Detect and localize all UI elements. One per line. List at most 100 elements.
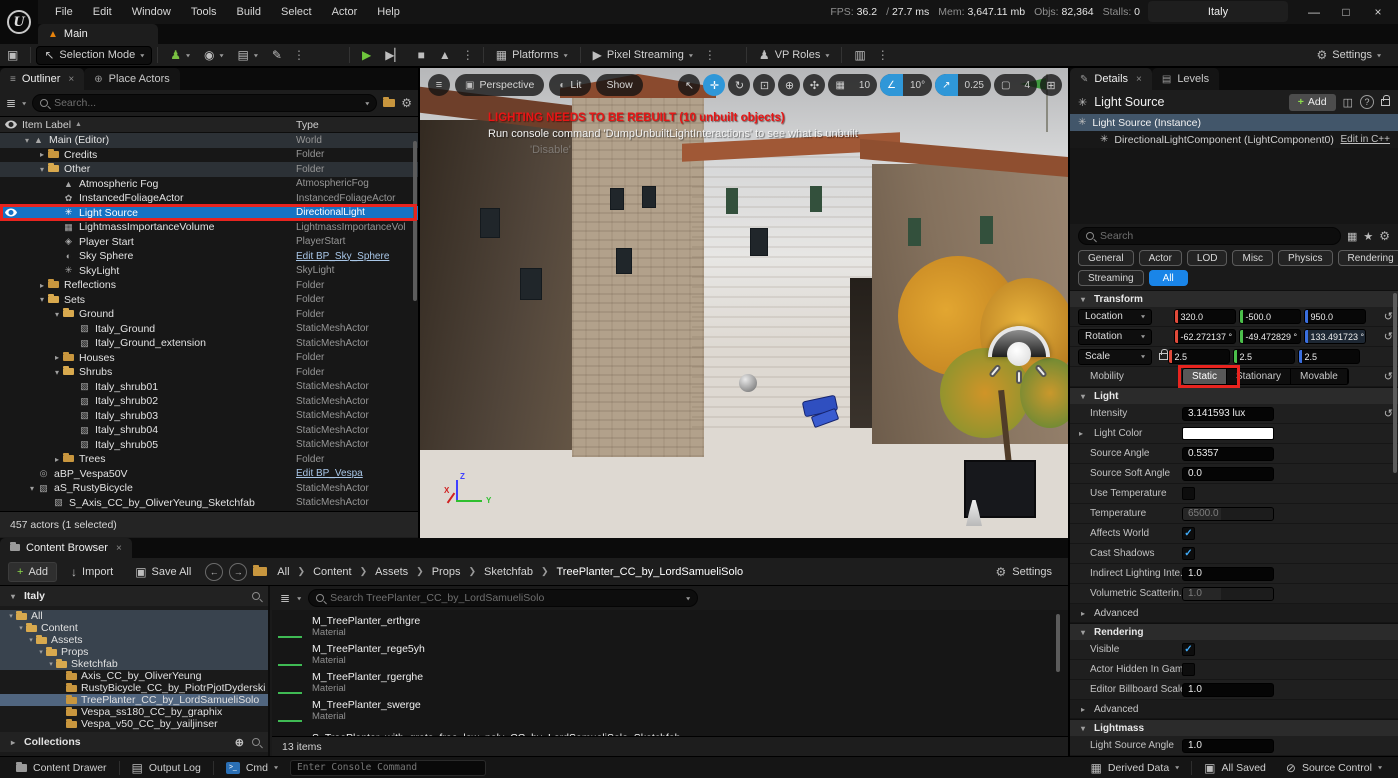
outliner-row[interactable]: ▧Italy_shrub05StaticMeshActor: [0, 438, 418, 453]
add-collection-icon[interactable]: ⊕: [235, 736, 244, 749]
rotation-z-field[interactable]: 133.491723 °: [1304, 329, 1366, 344]
new-folder-icon[interactable]: [383, 99, 395, 107]
visible-checkbox[interactable]: ✓: [1182, 643, 1195, 656]
category-misc[interactable]: Misc: [1232, 250, 1273, 266]
asset-row[interactable]: M_TreePlanter_erthgreMaterial: [272, 612, 1060, 640]
content-drawer-button[interactable]: Content Drawer: [8, 757, 115, 778]
asset-row[interactable]: S_TreePlanter_with_grate_free_low_poly_C…: [272, 724, 1060, 736]
outliner-settings-icon[interactable]: ⚙: [401, 96, 412, 110]
outliner-row[interactable]: ▸CreditsFolder: [0, 148, 418, 163]
rotation-dropdown[interactable]: Rotation▾: [1078, 329, 1152, 345]
selection-mode-dropdown[interactable]: ↖ Selection Mode ▾: [36, 46, 152, 65]
location-x-field[interactable]: 320.0: [1174, 309, 1236, 324]
section-light[interactable]: ▾Light: [1070, 387, 1398, 404]
category-all[interactable]: All: [1149, 270, 1188, 286]
console-command-box[interactable]: [290, 760, 486, 776]
level-viewport[interactable]: Z Y X LIGHTING NEEDS TO BE REBUILT (10 u…: [420, 68, 1068, 538]
outliner-row[interactable]: ▧Italy_Ground_extensionStaticMeshActor: [0, 336, 418, 351]
remote-options-icon[interactable]: ⋮: [873, 48, 893, 62]
menu-edit[interactable]: Edit: [84, 3, 121, 21]
folder-row[interactable]: Axis_CC_by_OliverYeung: [0, 670, 268, 682]
console-command-input[interactable]: [297, 762, 479, 773]
outliner-scrollbar[interactable]: [413, 141, 417, 301]
reset-location-icon[interactable]: ↺: [1384, 310, 1393, 323]
billboard-scale-field[interactable]: 1.0: [1182, 683, 1274, 697]
breadcrumb-props[interactable]: Props: [432, 566, 461, 578]
details-scrollbar[interactable]: [1393, 293, 1397, 473]
all-saved-button[interactable]: ▣All Saved: [1196, 757, 1274, 778]
search-icon[interactable]: [252, 738, 260, 746]
perspective-dropdown[interactable]: ▣Perspective: [455, 74, 544, 96]
outliner-search-input[interactable]: [54, 97, 359, 109]
view-mode-dropdown[interactable]: ◐Lit: [549, 74, 591, 96]
visibility-eye-icon[interactable]: [5, 208, 17, 217]
menu-actor[interactable]: Actor: [323, 3, 367, 21]
scale-snap-icon[interactable]: ↗: [935, 74, 957, 96]
pixel-streaming-dropdown[interactable]: ▶ Pixel Streaming ▾: [586, 45, 700, 65]
location-dropdown[interactable]: Location▾: [1078, 309, 1152, 325]
outliner-row[interactable]: ◐Sky SphereEdit BP_Sky_Sphere: [0, 249, 418, 264]
details-search[interactable]: [1078, 227, 1341, 245]
category-physics[interactable]: Physics: [1278, 250, 1332, 266]
category-lod[interactable]: LOD: [1187, 250, 1228, 266]
add-asset-button[interactable]: +Add: [8, 562, 57, 582]
landscape-button[interactable]: ✎: [265, 45, 289, 65]
outliner-search[interactable]: ▾: [32, 94, 377, 112]
play-options-icon[interactable]: ⋮: [458, 48, 478, 62]
collections-section[interactable]: ▸ Collections ⊕: [0, 732, 268, 752]
output-log-button[interactable]: ▤Output Log: [124, 757, 209, 778]
component-row[interactable]: ✳ DirectionalLightComponent (LightCompon…: [1070, 131, 1398, 148]
content-browser-settings[interactable]: ⚙Settings: [995, 565, 1060, 579]
outliner-row[interactable]: ▧Italy_shrub01StaticMeshActor: [0, 380, 418, 395]
folder-row[interactable]: RustyBicycle_CC_by_PiotrPjotDyderski: [0, 682, 268, 694]
close-tab-icon[interactable]: ×: [1136, 74, 1142, 85]
search-icon[interactable]: [252, 592, 260, 600]
outliner-row[interactable]: ▲Atmospheric FogAtmosphericFog: [0, 177, 418, 192]
section-transform[interactable]: ▾Transform: [1070, 290, 1398, 307]
column-item-label[interactable]: Item Label▲: [22, 119, 296, 131]
use-temperature-checkbox[interactable]: [1182, 487, 1195, 500]
eject-button[interactable]: ▲: [432, 45, 458, 65]
expander-icon[interactable]: ▸: [37, 281, 47, 290]
scale-z-field[interactable]: 2.5: [1298, 349, 1360, 364]
favorites-star-icon[interactable]: ★: [1363, 230, 1373, 243]
expander-icon[interactable]: ▸: [37, 150, 47, 159]
filter-icon[interactable]: ≣: [280, 591, 290, 605]
reset-mobility-icon[interactable]: ↺: [1384, 370, 1393, 383]
save-all-button[interactable]: ▣Save All: [127, 562, 199, 582]
world-space-toggle[interactable]: ⊕: [778, 74, 800, 96]
maximize-button[interactable]: □: [1332, 0, 1360, 24]
filter-icon[interactable]: ≣: [6, 96, 16, 110]
asset-search-input[interactable]: [330, 592, 680, 604]
tab-details[interactable]: ✎ Details ×: [1070, 68, 1152, 90]
expander-icon[interactable]: ▾: [52, 368, 62, 377]
cmd-dropdown[interactable]: >_Cmd▾: [218, 757, 286, 778]
reset-rotation-icon[interactable]: ↺: [1384, 330, 1393, 343]
outliner-row[interactable]: ▸TreesFolder: [0, 452, 418, 467]
frame-skip-button[interactable]: ▶▏: [378, 45, 410, 65]
forward-icon[interactable]: →: [229, 563, 247, 581]
maximize-viewport-icon[interactable]: ⊞: [1040, 74, 1062, 96]
reset-intensity-icon[interactable]: ↺: [1384, 407, 1393, 420]
unreal-logo[interactable]: U: [0, 0, 38, 44]
outliner-row[interactable]: ▧Italy_GroundStaticMeshActor: [0, 322, 418, 337]
back-icon[interactable]: ←: [205, 563, 223, 581]
asset-search[interactable]: ▾: [308, 589, 698, 607]
expander-icon[interactable]: ▾: [52, 310, 62, 319]
close-tab-icon[interactable]: ×: [116, 543, 122, 554]
grid-snap-icon[interactable]: ▦: [828, 74, 851, 96]
tab-outliner[interactable]: ≡ Outliner ×: [0, 68, 84, 90]
outliner-row[interactable]: ◈Player StartPlayerStart: [0, 235, 418, 250]
mobility-movable-button[interactable]: Movable: [1291, 369, 1348, 384]
breadcrumb-assets[interactable]: Assets: [375, 566, 408, 578]
add-component-button[interactable]: +Add: [1289, 94, 1336, 111]
stop-button[interactable]: ■: [411, 45, 432, 65]
cast-shadows-checkbox[interactable]: ✓: [1182, 547, 1195, 560]
derived-data-button[interactable]: ▦Derived Data▾: [1083, 757, 1188, 778]
folder-row[interactable]: ▾Props: [0, 646, 268, 658]
expander-icon[interactable]: ▸: [1076, 429, 1086, 438]
folder-row-selected[interactable]: TreePlanter_CC_by_LordSamueliSolo: [0, 694, 268, 706]
close-tab-icon[interactable]: ×: [68, 74, 74, 85]
play-button[interactable]: ▶: [355, 45, 378, 65]
display-options-icon[interactable]: ▦: [1347, 230, 1357, 243]
